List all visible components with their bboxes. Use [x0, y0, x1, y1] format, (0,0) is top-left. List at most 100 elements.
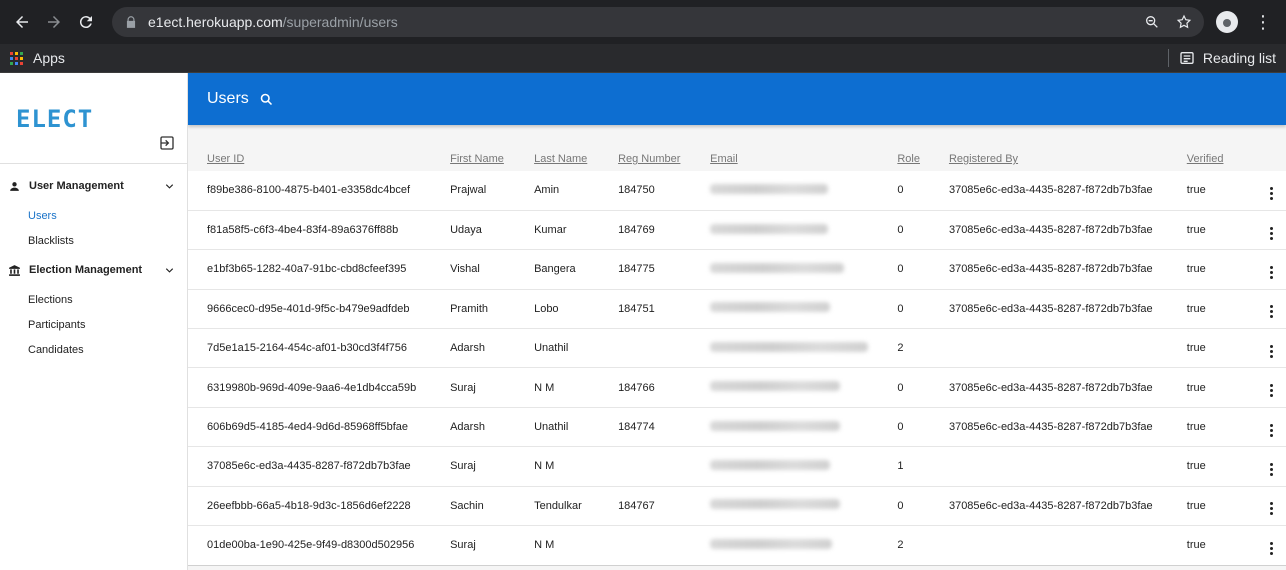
- more-vert-icon[interactable]: [1270, 462, 1274, 476]
- reload-button[interactable]: [72, 8, 100, 36]
- election-management-section[interactable]: Election Management: [0, 260, 187, 280]
- table-row[interactable]: 01de00ba-1e90-425e-9f49-d8300d502956 Sura…: [188, 525, 1286, 565]
- users-table-container: User ID First Name Last Name Reg Number …: [188, 141, 1286, 566]
- cell-email: [710, 171, 897, 210]
- redacted-email: [710, 499, 841, 510]
- cell-email: [710, 485, 898, 526]
- cell-first-name: Adarsh: [450, 328, 535, 368]
- cell-email: [710, 209, 898, 250]
- row-actions-cell: [1257, 209, 1286, 250]
- cell-verified: true: [1186, 446, 1258, 487]
- row-actions-cell: [1257, 485, 1286, 526]
- reload-icon: [79, 16, 92, 29]
- cell-registered-by: 37085e6c-ed3a-4435-8287-f872db7b3fae: [948, 184, 1153, 197]
- sidebar-item-blacklists[interactable]: Blacklists: [0, 229, 187, 254]
- browser-menu-icon[interactable]: ⋮: [1248, 13, 1278, 31]
- cell-email: [710, 525, 898, 565]
- cell-role: 0: [897, 288, 949, 329]
- cell-reg-number: 184750: [618, 184, 655, 197]
- header-first-name[interactable]: First Name: [450, 141, 534, 171]
- table-row[interactable]: 606b69d5-4185-4ed4-9d6d-85968ff5bfae Adar…: [188, 406, 1286, 447]
- header-registered-by[interactable]: Registered By: [949, 141, 1187, 171]
- more-vert-icon[interactable]: [1270, 226, 1274, 240]
- apps-grid-icon[interactable]: [10, 51, 23, 65]
- header-verified[interactable]: Verified: [1187, 141, 1258, 171]
- cell-user-id: 6319980b-969d-409e-9aa6-4e1db4cca59b: [188, 367, 451, 408]
- cell-verified: true: [1186, 485, 1258, 526]
- table-row[interactable]: f89be386-8100-4875-b401-e3358dc4bcef Praj…: [188, 171, 1286, 210]
- more-vert-icon[interactable]: [1270, 305, 1274, 319]
- arrow-right-icon: [48, 16, 60, 28]
- url-host: e1ect.herokuapp.com: [148, 14, 283, 30]
- cell-reg-number: 184751: [618, 288, 711, 329]
- cell-reg-number: 184766: [618, 367, 711, 408]
- cell-user-id: 606b69d5-4185-4ed4-9d6d-85968ff5bfae: [188, 406, 451, 447]
- sidebar-item-users[interactable]: Users: [0, 204, 187, 229]
- address-bar[interactable]: e1ect.herokuapp.com/superadmin/users: [112, 7, 1204, 37]
- more-vert-icon[interactable]: [1270, 423, 1274, 437]
- app-logo[interactable]: ELECT: [16, 105, 93, 133]
- header-reg-number[interactable]: Reg Number: [618, 141, 710, 171]
- cell-registered-by: [948, 525, 1187, 565]
- star-icon[interactable]: [1176, 14, 1192, 30]
- more-vert-icon[interactable]: [1270, 186, 1274, 200]
- more-vert-icon[interactable]: [1270, 344, 1274, 358]
- row-actions-cell: [1257, 525, 1286, 565]
- more-vert-icon[interactable]: [1270, 502, 1274, 516]
- cell-user-id: f89be386-8100-4875-b401-e3358dc4bcef: [207, 184, 411, 197]
- cell-role: 1: [897, 446, 949, 487]
- header-last-name[interactable]: Last Name: [534, 141, 618, 171]
- cell-last-name: Tendulkar: [534, 485, 619, 526]
- cell-user-id: 26eefbbb-66a5-4b18-9d3c-1856d6ef2228: [188, 485, 451, 526]
- cell-role: 2: [897, 328, 949, 368]
- reading-list-button[interactable]: Reading list: [1167, 49, 1276, 67]
- cell-user-id: f81a58f5-c6f3-4be4-83f4-89a6376ff88b: [188, 209, 451, 250]
- sidebar-item-participants[interactable]: Participants: [0, 313, 187, 338]
- back-button[interactable]: [8, 8, 36, 36]
- sidebar-item-elections[interactable]: Elections: [0, 288, 187, 313]
- search-icon[interactable]: [259, 92, 274, 107]
- cell-registered-by: 37085e6c-ed3a-4435-8287-f872db7b3fae: [948, 249, 1187, 290]
- sidebar-item-candidates[interactable]: Candidates: [0, 338, 187, 363]
- more-vert-icon[interactable]: [1270, 265, 1274, 279]
- redacted-email: [710, 459, 831, 470]
- profile-avatar[interactable]: [1216, 11, 1238, 33]
- table-row[interactable]: 26eefbbb-66a5-4b18-9d3c-1856d6ef2228 Sach…: [188, 485, 1286, 526]
- table-row[interactable]: 9666cec0-d95e-401d-9f5c-b479e9adfdeb Pram…: [188, 288, 1286, 329]
- cell-email: [710, 367, 898, 408]
- table-row[interactable]: 6319980b-969d-409e-9aa6-4e1db4cca59b Sura…: [188, 367, 1286, 408]
- cell-first-name: Pramith: [450, 288, 535, 329]
- collapse-sidebar-icon[interactable]: [159, 135, 175, 151]
- institution-icon: [9, 264, 20, 276]
- page-title: Users: [207, 90, 249, 107]
- apps-bookmark[interactable]: Apps: [33, 50, 65, 66]
- row-actions-cell: [1257, 446, 1286, 487]
- main-content: Users User ID First Name Last Name Reg N…: [188, 73, 1286, 570]
- cell-registered-by: 37085e6c-ed3a-4435-8287-f872db7b3fae: [948, 406, 1187, 447]
- row-actions-cell: [1257, 249, 1286, 290]
- more-vert-icon[interactable]: [1270, 541, 1274, 555]
- cell-user-id: 37085e6c-ed3a-4435-8287-f872db7b3fae: [188, 446, 451, 487]
- cell-first-name: Vishal: [450, 249, 535, 290]
- redacted-email: [710, 420, 841, 431]
- cell-role: 0: [897, 184, 904, 197]
- row-actions-cell: [1258, 171, 1286, 210]
- person-icon: [10, 181, 19, 191]
- cell-verified: true: [1186, 328, 1258, 368]
- table-row[interactable]: f81a58f5-c6f3-4be4-83f4-89a6376ff88b Uday…: [188, 209, 1286, 250]
- header-email[interactable]: Email: [710, 141, 897, 171]
- header-user-id[interactable]: User ID: [188, 141, 450, 171]
- more-vert-icon[interactable]: [1270, 384, 1274, 398]
- header-role[interactable]: Role: [897, 141, 949, 171]
- cell-email: [710, 249, 898, 290]
- table-row[interactable]: e1bf3b65-1282-40a7-91bc-cbd8cfeef395 Vish…: [188, 249, 1286, 290]
- zoom-icon[interactable]: [1144, 14, 1160, 30]
- chevron-down-icon: [165, 267, 174, 273]
- row-actions-cell: [1257, 406, 1286, 447]
- cell-first-name: Suraj: [450, 525, 535, 565]
- redacted-email: [710, 183, 829, 194]
- user-management-section[interactable]: User Management: [0, 176, 187, 196]
- forward-button[interactable]: [40, 8, 68, 36]
- table-row[interactable]: 7d5e1a15-2164-454c-af01-b30cd3f4f756 Adar…: [188, 328, 1286, 368]
- table-row[interactable]: 37085e6c-ed3a-4435-8287-f872db7b3fae Sura…: [188, 446, 1286, 487]
